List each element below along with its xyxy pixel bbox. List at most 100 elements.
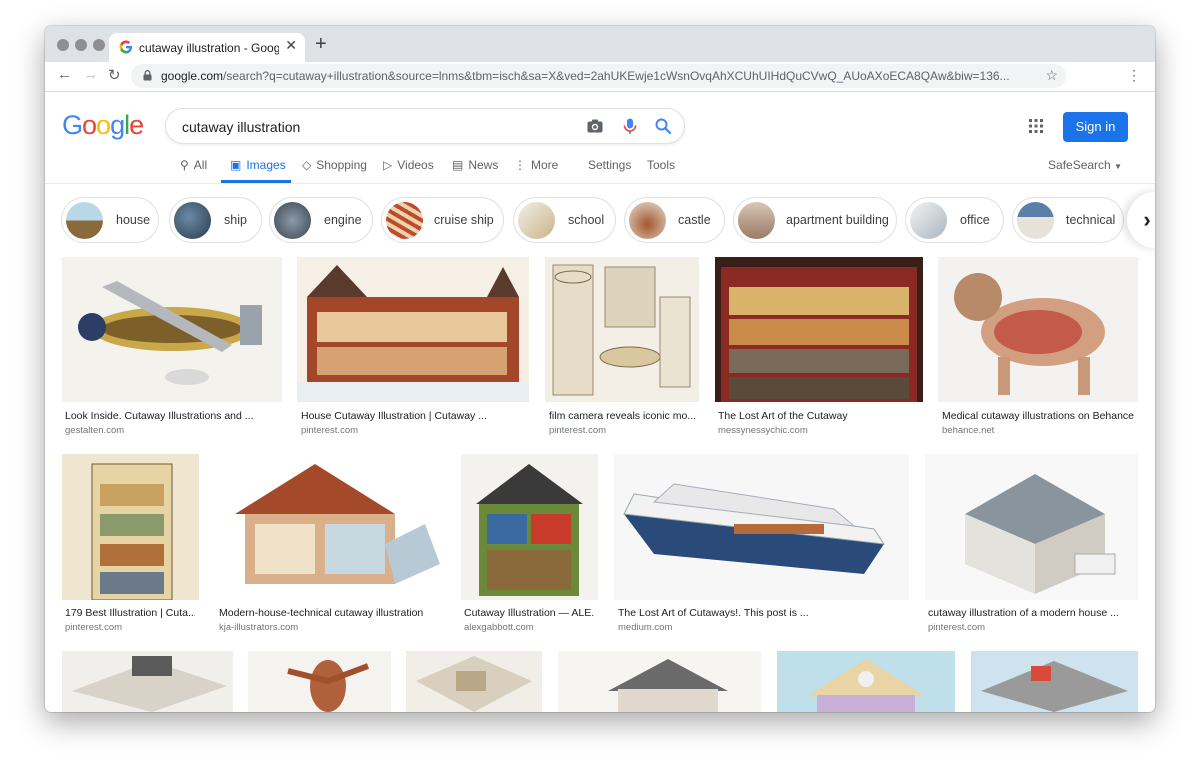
result-title[interactable]: Look Inside. Cutaway Illustrations and .… — [65, 410, 279, 422]
browser-toolbar: ← → ↻ google.com/search?q=cutaway+illust… — [45, 62, 1155, 92]
result-image[interactable] — [558, 651, 761, 712]
search-input[interactable]: cutaway illustration — [182, 119, 300, 135]
microphone-icon[interactable] — [621, 117, 639, 135]
sign-in-button[interactable]: Sign in — [1063, 112, 1128, 142]
tag-icon: ◇ — [302, 158, 312, 172]
chip-cruise-ship[interactable]: cruise ship — [381, 197, 504, 243]
chip-ship[interactable]: ship — [169, 197, 262, 243]
address-bar[interactable]: google.com/search?q=cutaway+illustration… — [131, 64, 1066, 88]
lock-icon — [143, 70, 152, 81]
result-title[interactable]: Cutaway Illustration — ALE... — [464, 607, 594, 619]
forward-arrow-icon[interactable]: → — [83, 66, 98, 83]
dollhouse-image — [807, 659, 925, 712]
camera-icon[interactable] — [586, 117, 604, 135]
apps-grid-icon[interactable] — [1029, 119, 1043, 133]
zoom-window-button[interactable] — [93, 39, 105, 51]
result-source: medium.com — [618, 622, 673, 633]
result-image[interactable] — [971, 651, 1138, 712]
result-image[interactable] — [461, 454, 598, 600]
tab-images[interactable]: ▣ Images — [230, 158, 286, 172]
result-title[interactable]: The Lost Art of the Cutaway — [718, 410, 923, 422]
result-image[interactable] — [406, 651, 542, 712]
tab-shopping[interactable]: ◇ Shopping — [302, 158, 367, 172]
chip-thumbnail — [1017, 202, 1054, 239]
result-image[interactable] — [777, 651, 955, 712]
result-image[interactable] — [925, 454, 1138, 600]
close-tab-icon[interactable]: ✕ — [285, 37, 297, 54]
building-cutaway-image — [721, 267, 917, 402]
image-icon: ▣ — [230, 158, 242, 172]
tall-house-image — [91, 463, 173, 600]
new-tab-icon[interactable]: + — [315, 34, 327, 54]
search-nav-tabs: ⚲ All ▣ Images ◇ Shopping ▷ Videos ▤ News ⋮ Mo… — [45, 152, 1155, 182]
result-image[interactable] — [614, 454, 909, 600]
bookmark-star-icon[interactable]: ☆ — [1045, 67, 1058, 84]
caret-down-icon: ▼ — [1114, 162, 1122, 171]
browser-menu-icon[interactable]: ⋮ — [1127, 67, 1141, 84]
result-image[interactable] — [297, 257, 529, 402]
result-source: behance.net — [942, 425, 995, 436]
back-arrow-icon[interactable]: ← — [57, 66, 72, 83]
tab-videos[interactable]: ▷ Videos — [383, 158, 434, 172]
result-image[interactable] — [215, 454, 445, 600]
result-image[interactable] — [62, 454, 199, 600]
dog-anatomy-image — [954, 273, 1105, 395]
chip-house[interactable]: house — [61, 197, 159, 243]
result-title[interactable]: Medical cutaway illustrations on Behance — [942, 410, 1142, 422]
chip-thumbnail — [518, 202, 555, 239]
play-icon: ▷ — [383, 158, 393, 172]
tab-title: cutaway illustration - Google S — [139, 41, 279, 55]
chip-technical[interactable]: technical — [1012, 197, 1124, 243]
result-source: alexgabbott.com — [464, 622, 534, 633]
search-icon: ⚲ — [180, 158, 189, 172]
chevron-right-icon[interactable]: › — [1127, 192, 1155, 248]
browser-tab[interactable]: cutaway illustration - Google S ✕ — [109, 33, 305, 62]
chip-engine[interactable]: engine — [269, 197, 373, 243]
result-source: pinterest.com — [928, 622, 986, 633]
chip-office[interactable]: office — [905, 197, 1004, 243]
google-logo[interactable]: Google — [62, 110, 144, 141]
tab-more[interactable]: ⋮ More — [514, 158, 558, 172]
result-image[interactable] — [938, 257, 1138, 402]
browser-window: cutaway illustration - Google S ✕ + ← → … — [45, 26, 1155, 712]
floorplan-image — [416, 656, 532, 712]
tab-all[interactable]: ⚲ All — [180, 158, 207, 172]
colorful-house-image — [476, 464, 583, 596]
search-icon[interactable] — [654, 117, 672, 135]
minimize-window-button[interactable] — [75, 39, 87, 51]
url-text: google.com/search?q=cutaway+illustration… — [161, 69, 1010, 83]
search-box[interactable]: cutaway illustration — [165, 108, 685, 144]
close-window-button[interactable] — [57, 39, 69, 51]
chip-thumbnail — [738, 202, 775, 239]
tab-news[interactable]: ▤ News — [452, 158, 498, 172]
chip-castle[interactable]: castle — [624, 197, 725, 243]
hospital-building-image — [981, 661, 1128, 712]
tab-settings[interactable]: Settings — [588, 158, 631, 172]
result-title[interactable]: film camera reveals iconic mo... — [549, 410, 699, 422]
chip-thumbnail — [629, 202, 666, 239]
safesearch-dropdown[interactable]: SafeSearch ▼ — [1048, 158, 1122, 172]
google-favicon-icon — [119, 40, 132, 54]
result-title[interactable]: The Lost Art of Cutaways!. This post is … — [618, 607, 908, 619]
result-title[interactable]: 179 Best Illustration | Cuta... — [65, 607, 195, 619]
result-source: pinterest.com — [301, 425, 359, 436]
result-title[interactable]: cutaway illustration of a modern house .… — [928, 607, 1136, 619]
tab-tools[interactable]: Tools — [647, 158, 675, 172]
result-image[interactable] — [62, 257, 282, 402]
chip-thumbnail — [66, 202, 103, 239]
result-image[interactable] — [545, 257, 699, 402]
reload-icon[interactable]: ↻ — [108, 66, 121, 84]
result-image[interactable] — [715, 257, 923, 402]
result-image[interactable] — [248, 651, 391, 712]
result-title[interactable]: House Cutaway Illustration | Cutaway ... — [301, 410, 527, 422]
chip-thumbnail — [274, 202, 311, 239]
cruise-ship-image — [623, 483, 886, 574]
result-source: pinterest.com — [65, 622, 123, 633]
news-icon: ▤ — [452, 158, 464, 172]
chip-apartment-building[interactable]: apartment building — [733, 197, 897, 243]
result-image[interactable] — [62, 651, 233, 712]
film-camera-image — [552, 264, 691, 396]
result-source: kja-illustrators.com — [219, 622, 299, 633]
result-title[interactable]: Modern-house-technical cutaway illustrat… — [219, 607, 445, 619]
chip-school[interactable]: school — [513, 197, 616, 243]
